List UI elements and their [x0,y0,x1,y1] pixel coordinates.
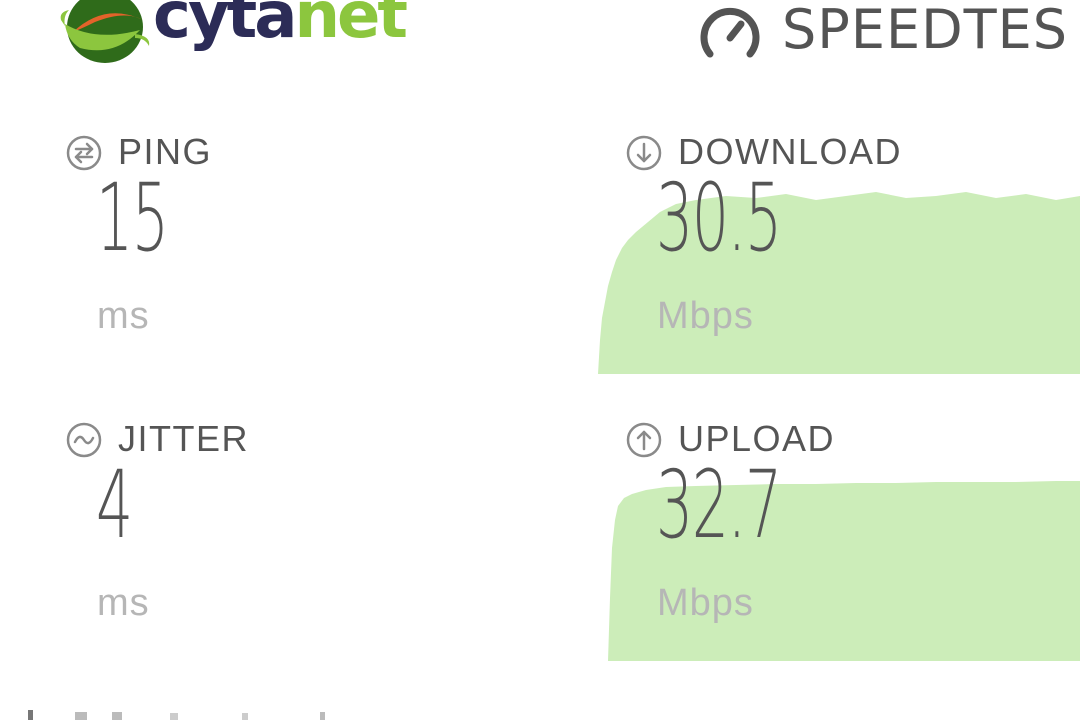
ping-unit: ms [97,295,150,337]
download-unit: Mbps [657,295,754,337]
jitter-label: JITTER [118,418,249,459]
upload-value: 32.7 [656,451,782,560]
jitter-unit: ms [97,582,150,624]
ping-value: 15 [96,164,169,273]
cytanet-wordmark: cytanet [153,0,408,48]
upload-unit: Mbps [657,582,754,624]
speedometer-icon [700,7,760,58]
download-value: 30.5 [656,164,782,273]
jitter-value: 4 [96,451,133,560]
cropped-bottom-fragments [28,710,325,720]
logo-text-dark: cyta [153,0,297,53]
speedtest-title: SPEEDTES [782,0,1069,61]
logo-text-green: net [294,0,408,53]
cytanet-logo: cytanet [55,0,415,77]
globe-swirl-logo-icon [60,0,150,63]
